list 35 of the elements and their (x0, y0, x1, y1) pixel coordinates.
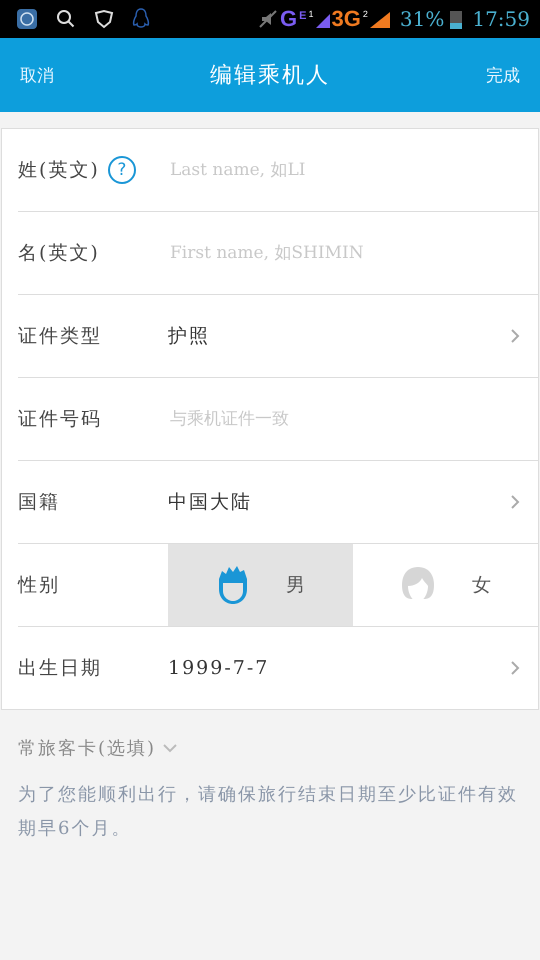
field-label: 姓(英文) (18, 158, 100, 183)
field-label: 国籍 (18, 490, 60, 515)
signal-icon (370, 10, 390, 28)
field-label: 证件类型 (18, 324, 102, 349)
app-icon (16, 8, 38, 30)
battery-icon (450, 9, 462, 29)
page-title: 编辑乘机人 (210, 62, 330, 90)
shield-icon (94, 9, 114, 29)
search-icon (56, 9, 76, 29)
help-icon[interactable]: ? (108, 156, 136, 184)
chevron-right-icon (510, 660, 520, 676)
field-label: 出生日期 (18, 656, 102, 681)
chevron-down-icon (162, 743, 178, 753)
gender-option[interactable]: 男 (168, 544, 353, 626)
field-value[interactable]: 1999-7-7 (168, 657, 510, 679)
frequent-flyer-toggle[interactable]: 常旅客卡(选填) (18, 736, 540, 760)
sim-label: 1 (308, 9, 314, 19)
field-value[interactable]: 护照 (168, 323, 510, 349)
network-label: E (299, 10, 307, 22)
network-label: 3G (332, 6, 361, 32)
field-label: 证件号码 (18, 407, 102, 432)
field-label: 名(英文) (18, 241, 100, 266)
boy-avatar-icon (216, 565, 250, 605)
chevron-right-icon (510, 328, 520, 344)
mute-icon (258, 9, 278, 29)
penguin-icon (132, 8, 150, 30)
notice-text: 为了您能顺利出行，请确保旅行结束日期至少比证件有效期早6个月。 (18, 783, 519, 841)
battery-percent: 31% (400, 7, 444, 31)
field-value[interactable]: 中国大陆 (168, 489, 510, 515)
chevron-right-icon (510, 494, 520, 510)
field-label: 性别 (18, 573, 60, 598)
frequent-flyer-label[interactable]: 常旅客卡(选填) (18, 736, 156, 760)
network-label: G (280, 6, 298, 32)
sim-label: 2 (362, 9, 368, 19)
clock: 17:59 (472, 7, 530, 31)
